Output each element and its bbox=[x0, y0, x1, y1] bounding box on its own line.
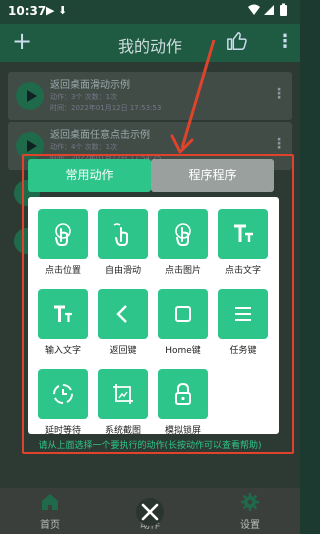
list-item[interactable]: 返回桌面滑动示例 动作：3个 次数：1次 时间：2022年01月12日 17:5… bbox=[8, 72, 292, 120]
action-label: 模拟锁屏 bbox=[164, 426, 201, 436]
action-home-key[interactable]: Home键 bbox=[158, 289, 208, 356]
nav-home[interactable]: 首页 bbox=[20, 488, 80, 531]
action-back-key[interactable]: 返回键 bbox=[98, 289, 148, 356]
tab-common-actions[interactable]: 常用动作 bbox=[28, 159, 151, 192]
nav-label: 设置 bbox=[240, 520, 260, 531]
signal-battery-icon bbox=[248, 3, 287, 16]
tap-finger-icon bbox=[38, 209, 88, 259]
thumbs-up-icon[interactable] bbox=[226, 30, 248, 52]
home-square-icon bbox=[158, 289, 208, 339]
timer-icon bbox=[38, 369, 88, 419]
action-label: 任务键 bbox=[229, 346, 257, 356]
action-picker-panel: 点击位置 自由滑动 点击图片 点击文字 输入文字 返回键 Home键 任务键 延… bbox=[28, 197, 279, 436]
action-label: 延时等待 bbox=[44, 426, 81, 436]
play-icon[interactable] bbox=[16, 82, 44, 110]
gear-icon bbox=[220, 488, 280, 516]
action-tap-image[interactable]: 点击图片 bbox=[158, 209, 208, 276]
action-input-text[interactable]: 输入文字 bbox=[38, 289, 88, 356]
menu-lines-icon bbox=[218, 289, 268, 339]
action-delay-wait[interactable]: 延时等待 bbox=[38, 369, 88, 436]
action-label: 点击位置 bbox=[44, 266, 81, 276]
status-time: 10:37 bbox=[8, 4, 47, 18]
action-label: 点击图片 bbox=[164, 266, 201, 276]
action-screenshot[interactable]: 系统截图 bbox=[98, 369, 148, 436]
tap-image-icon bbox=[158, 209, 208, 259]
home-icon bbox=[20, 488, 80, 516]
item-more-icon[interactable]: ⋮ bbox=[272, 86, 286, 102]
text-t-icon bbox=[218, 209, 268, 259]
tab-program-actions[interactable]: 程序程序 bbox=[151, 159, 274, 192]
action-label: 点击文字 bbox=[224, 266, 261, 276]
item-title: 返回桌面任意点击示例 bbox=[50, 130, 150, 141]
status-bar: 10:37 ▶ ⬇ bbox=[0, 0, 300, 24]
item-more-icon[interactable]: ⋮ bbox=[272, 136, 286, 152]
action-label: 自由滑动 bbox=[104, 266, 141, 276]
action-label: 返回键 bbox=[109, 346, 137, 356]
item-title: 返回桌面滑动示例 bbox=[50, 80, 130, 91]
input-text-icon bbox=[38, 289, 88, 339]
action-label: 系统截图 bbox=[104, 426, 141, 436]
nav-label: 首页 bbox=[40, 520, 60, 531]
help-hint: 请从上面选择一个要执行的动作(长按动作可以查看帮助) bbox=[38, 441, 262, 451]
close-icon[interactable] bbox=[135, 497, 165, 527]
page-title: 我的动作 bbox=[117, 37, 182, 56]
item-time: 时间：2022年01月12日 17:53:53 bbox=[50, 104, 162, 112]
notification-icons: ▶ ⬇ bbox=[46, 4, 68, 17]
action-label: Home键 bbox=[165, 346, 201, 356]
action-free-swipe[interactable]: 自由滑动 bbox=[98, 209, 148, 276]
swipe-finger-icon bbox=[98, 209, 148, 259]
lock-icon bbox=[158, 369, 208, 419]
action-task-key[interactable]: 任务键 bbox=[218, 289, 268, 356]
screenshot-icon bbox=[98, 369, 148, 419]
app-bar: + 我的动作 ⋮ bbox=[0, 24, 300, 62]
item-info: 动作：3个 次数：1次 bbox=[50, 93, 118, 101]
action-label: 输入文字 bbox=[44, 346, 81, 356]
back-chevron-icon bbox=[98, 289, 148, 339]
overflow-menu-icon[interactable]: ⋮ bbox=[276, 31, 294, 52]
action-simulate-lock[interactable]: 模拟锁屏 bbox=[158, 369, 208, 436]
system-status-icons bbox=[246, 3, 292, 20]
action-tap-position[interactable]: 点击位置 bbox=[38, 209, 88, 276]
action-tap-text[interactable]: 点击文字 bbox=[218, 209, 268, 276]
item-info: 动作：4个 次数：1次 bbox=[50, 143, 118, 151]
nav-settings[interactable]: 设置 bbox=[220, 488, 280, 531]
